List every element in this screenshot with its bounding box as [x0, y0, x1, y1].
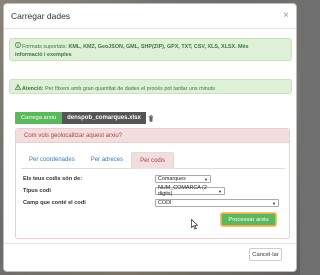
close-icon[interactable]: ×: [283, 11, 289, 21]
codes-type-value: Comarques: [158, 176, 186, 182]
code-kind-row: Tipus codi NUM_COMARCA (2 digits) ▼: [23, 185, 225, 197]
modal-header: Carregar dades ×: [4, 4, 296, 29]
process-file-button[interactable]: Processar arxiu: [221, 213, 276, 226]
load-data-modal: Carregar dades × Formats suportats: KML,…: [3, 3, 297, 272]
chevron-down-icon: ▼: [204, 176, 208, 182]
codes-type-select[interactable]: Comarques ▼: [155, 175, 211, 183]
formats-prefix: Formats suportats:: [22, 44, 69, 50]
chevron-down-icon: ▼: [272, 200, 276, 206]
warning-label: Atenció:: [22, 85, 44, 92]
warning-alert: Atenció: Per fitxers amb gran quantitat …: [9, 79, 292, 94]
file-name-label: denspob_comarques.xlsx: [62, 112, 146, 124]
panel-heading: Com vols geolocalitzar aquest arxiu?: [16, 129, 289, 143]
codes-type-label: Els teus codis són de:: [23, 176, 83, 182]
modal-footer-divider: [4, 243, 296, 244]
mouse-cursor-icon: [191, 219, 199, 230]
tab-codes[interactable]: Per codis: [131, 152, 175, 169]
tab-coordinates[interactable]: Per coordenades: [21, 152, 83, 168]
chevron-down-icon: ▼: [218, 188, 222, 194]
formats-list: KML, KMZ, GeoJSON, GML, SHP(ZIP), GPX, T…: [68, 44, 249, 50]
trash-icon[interactable]: [148, 114, 154, 122]
modal-title: Carregar dades: [11, 11, 71, 21]
warning-text: Per fitxers amb gran quantitat de dades …: [43, 85, 215, 92]
geolocate-tabs: Per coordenades Per adreces Per codis: [21, 152, 285, 169]
upload-file-button[interactable]: Carrega arxiu: [15, 112, 63, 124]
cancel-button[interactable]: Cancel·lar: [249, 248, 282, 261]
more-info-link[interactable]: informació i exemples: [15, 52, 72, 58]
code-column-row: Camp que conté el codi CODI ▼: [23, 199, 279, 207]
code-kind-select[interactable]: NUM_COMARCA (2 digits) ▼: [155, 185, 225, 197]
code-column-value: CODI: [158, 200, 172, 206]
warning-icon: [14, 83, 22, 93]
upload-row: Carrega arxiu denspob_comarques.xlsx: [15, 112, 154, 124]
formats-alert: Formats suportats: KML, KMZ, GeoJSON, GM…: [9, 38, 292, 61]
code-column-select[interactable]: CODI ▼: [155, 199, 279, 207]
code-kind-label: Tipus codi: [23, 188, 51, 194]
code-kind-value: NUM_COMARCA (2 digits): [158, 185, 207, 197]
info-icon: [15, 42, 21, 51]
code-column-label: Camp que conté el codi: [23, 200, 86, 206]
tab-addresses[interactable]: Per adreces: [83, 152, 131, 168]
codes-type-row: Els teus codis són de: Comarques ▼: [23, 175, 211, 183]
